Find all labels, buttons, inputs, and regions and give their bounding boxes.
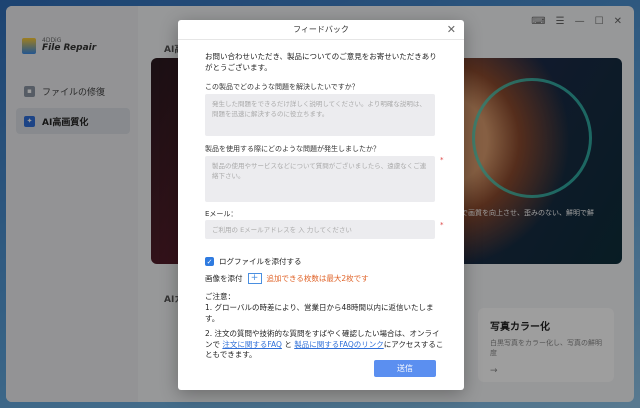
notes-and: と (284, 339, 292, 349)
required-mark: * (440, 221, 444, 229)
checkbox-checked-icon[interactable]: ✓ (205, 257, 214, 266)
feedback-dialog: フィードバック ✕ お問い合わせいただき、製品についてのご意見をお寄せいただきあ… (178, 20, 464, 390)
question-2-label: 製品を使用する際にどのような問題が発生しましたか？ (205, 145, 380, 153)
order-faq-link[interactable]: 注文に関するFAQ (222, 340, 282, 349)
notes-title: ご注意： (205, 292, 235, 301)
product-faq-link[interactable]: 製品に関するFAQのリンク (294, 340, 384, 349)
attach-log-row[interactable]: ✓ ログファイルを添付する (205, 256, 302, 267)
close-icon[interactable]: ✕ (447, 20, 456, 40)
send-button[interactable]: 送信 (374, 360, 436, 377)
dialog-intro: お問い合わせいただき、製品についてのご意見をお寄せいただきありがとうございます。 (205, 52, 437, 72)
question-1-label: この製品でどのような問題を解決したいですか？ (205, 83, 359, 91)
notes-line-1: 1. グローバルの時差により、営業日から48時間以内に返信いたします。 (205, 302, 434, 323)
email-input[interactable]: ご利用の Eメールアドレスを 入 力してください (205, 220, 435, 239)
question-2-textarea[interactable]: 製品の使用やサービスなどについて質問がございましたら、遠慮なくご連絡下さい。 (205, 156, 435, 202)
notes-section: ご注意： 1. グローバルの時差により、営業日から48時間以内に返信いたします。… (205, 292, 445, 361)
question-1-textarea[interactable]: 発生した問題をできるだけ詳しく説明してください。より明確な説明は、問題を迅速に解… (205, 94, 435, 136)
dialog-header: フィードバック ✕ (178, 20, 464, 40)
attach-log-label: ログファイルを添付する (219, 257, 302, 266)
required-mark: * (440, 156, 444, 164)
attach-image-row: 画像を添付 + 追加できる枚数は最大2枚です (205, 273, 369, 284)
notes-line-2: 2. 注文の質問や技術的な質問をすばやく確認したい場合は、オンラインで 注文に関… (205, 329, 445, 362)
dialog-title: フィードバック (293, 25, 349, 34)
attach-limit-warning: 追加できる枚数は最大2枚です (266, 274, 369, 283)
add-image-button[interactable]: + (247, 273, 262, 284)
email-label: Eメール： (205, 210, 238, 218)
attach-image-label: 画像を添付 (205, 274, 243, 283)
